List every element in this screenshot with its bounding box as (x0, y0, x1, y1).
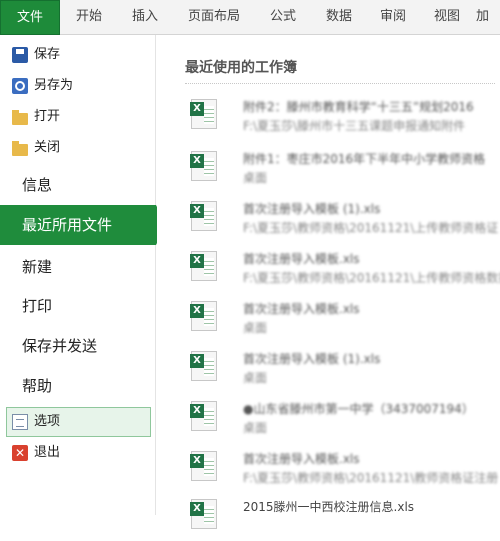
tab-view[interactable]: 视图 (420, 0, 474, 34)
recent-file-item[interactable]: ●山东省滕州市第一中学（3437007194） 桌面 (187, 397, 497, 443)
ribbon-tab-bar: 文件 开始 插入 页面布局 公式 数据 审阅 视图 加 (0, 0, 500, 35)
nav-help[interactable]: 帮助 (22, 371, 52, 401)
recent-file-item[interactable]: 首次注册导入模板.xls F:\夏玉莎\教师资格\20161121\上传教师资格… (187, 247, 500, 293)
excel-file-icon (190, 301, 217, 331)
nav-new[interactable]: 新建 (22, 252, 52, 282)
nav-recent[interactable]: 最近所用文件 (0, 205, 166, 245)
open-label: 打开 (34, 109, 61, 124)
recent-workbooks-title: 最近使用的工作簿 (185, 60, 297, 76)
save-command[interactable]: 保存 (12, 43, 60, 67)
save-as-icon (12, 78, 28, 94)
options-label: 选项 (34, 414, 61, 429)
recent-file-item[interactable]: 首次注册导入模板.xls F:\夏玉莎\教师资格\20161121\教师资格证注… (187, 447, 499, 493)
excel-file-icon (190, 499, 217, 529)
nav-print[interactable]: 打印 (22, 291, 52, 321)
recent-file-item[interactable]: 首次注册导入模板 (1).xls 桌面 (187, 347, 497, 393)
excel-file-icon (190, 151, 217, 181)
file-name: 首次注册导入模板.xls (243, 302, 360, 316)
save-icon (12, 47, 28, 63)
close-label: 关闭 (34, 140, 61, 155)
options-doc-icon (12, 414, 28, 430)
excel-file-icon (190, 201, 217, 231)
close-command[interactable]: 关闭 (12, 136, 60, 160)
exit-icon: ✕ (12, 445, 28, 461)
file-name: 附件2：滕州市教育科学“十三五”规划2016 (243, 100, 474, 114)
tab-page-layout[interactable]: 页面布局 (174, 0, 254, 34)
recent-file-item[interactable]: 首次注册导入模板 (1).xls F:\夏玉莎\教师资格\20161121\上传… (187, 197, 499, 243)
file-path: F:\夏玉莎\教师资格\20161121\教师资格证注册 (243, 471, 499, 485)
save-as-label: 另存为 (34, 78, 74, 93)
save-label: 保存 (34, 47, 61, 62)
recent-file-item[interactable]: 2015滕州一中西校注册信息.xls (187, 495, 497, 541)
excel-file-icon (190, 99, 217, 129)
backstage-nav: 保存 另存为 打开 关闭 信息 最近所用文件 新建 打印 保存并发送 帮助 选项… (0, 35, 166, 515)
file-path: F:\夏玉莎\教师资格\20161121\上传教师资格数据 (243, 271, 500, 285)
save-as-command[interactable]: 另存为 (12, 74, 73, 98)
file-name: 首次注册导入模板 (1).xls (243, 202, 381, 216)
tab-review[interactable]: 审阅 (366, 0, 420, 34)
file-path: F:\夏玉莎\教师资格\20161121\上传教师资格证 (243, 221, 499, 235)
excel-file-icon (190, 251, 217, 281)
recent-file-item[interactable]: 附件2：滕州市教育科学“十三五”规划2016 F:\夏玉莎\滕州市十三五课题申报… (187, 95, 497, 141)
tab-addins[interactable]: 加 (476, 0, 500, 34)
section-divider (185, 83, 495, 84)
close-folder-icon (12, 141, 28, 156)
file-name: ●山东省滕州市第一中学（3437007194） (243, 402, 474, 416)
file-name: 附件1：枣庄市2016年下半年中小学教师资格 (243, 152, 486, 166)
nav-save-send[interactable]: 保存并发送 (22, 331, 97, 361)
exit-label: 退出 (34, 445, 61, 460)
file-path: 桌面 (243, 421, 268, 435)
excel-file-icon (190, 401, 217, 431)
open-folder-icon (12, 110, 28, 125)
file-name: 2015滕州一中西校注册信息.xls (243, 500, 415, 514)
nav-info[interactable]: 信息 (22, 170, 52, 200)
tab-file[interactable]: 文件 (0, 0, 60, 35)
file-path: 桌面 (243, 171, 268, 185)
options-command[interactable]: 选项 (12, 410, 60, 434)
file-name: 首次注册导入模板.xls (243, 252, 360, 266)
tab-insert[interactable]: 插入 (118, 0, 172, 34)
excel-file-icon (190, 351, 217, 381)
file-name: 首次注册导入模板.xls (243, 452, 360, 466)
recent-workbooks-panel: 最近使用的工作簿 附件2：滕州市教育科学“十三五”规划2016 F:\夏玉莎\滕… (157, 35, 500, 529)
excel-file-icon (190, 451, 217, 481)
file-path: 桌面 (243, 371, 268, 385)
file-path: 桌面 (243, 321, 268, 335)
file-path: F:\夏玉莎\滕州市十三五课题申报通知附件 (243, 119, 466, 133)
tab-formulas[interactable]: 公式 (256, 0, 310, 34)
tab-home[interactable]: 开始 (62, 0, 116, 34)
open-command[interactable]: 打开 (12, 105, 60, 129)
exit-command[interactable]: ✕ 退出 (12, 441, 60, 465)
file-name: 首次注册导入模板 (1).xls (243, 352, 381, 366)
tab-data[interactable]: 数据 (312, 0, 366, 34)
recent-file-item[interactable]: 附件1：枣庄市2016年下半年中小学教师资格 桌面 (187, 147, 497, 193)
recent-file-item[interactable]: 首次注册导入模板.xls 桌面 (187, 297, 497, 343)
